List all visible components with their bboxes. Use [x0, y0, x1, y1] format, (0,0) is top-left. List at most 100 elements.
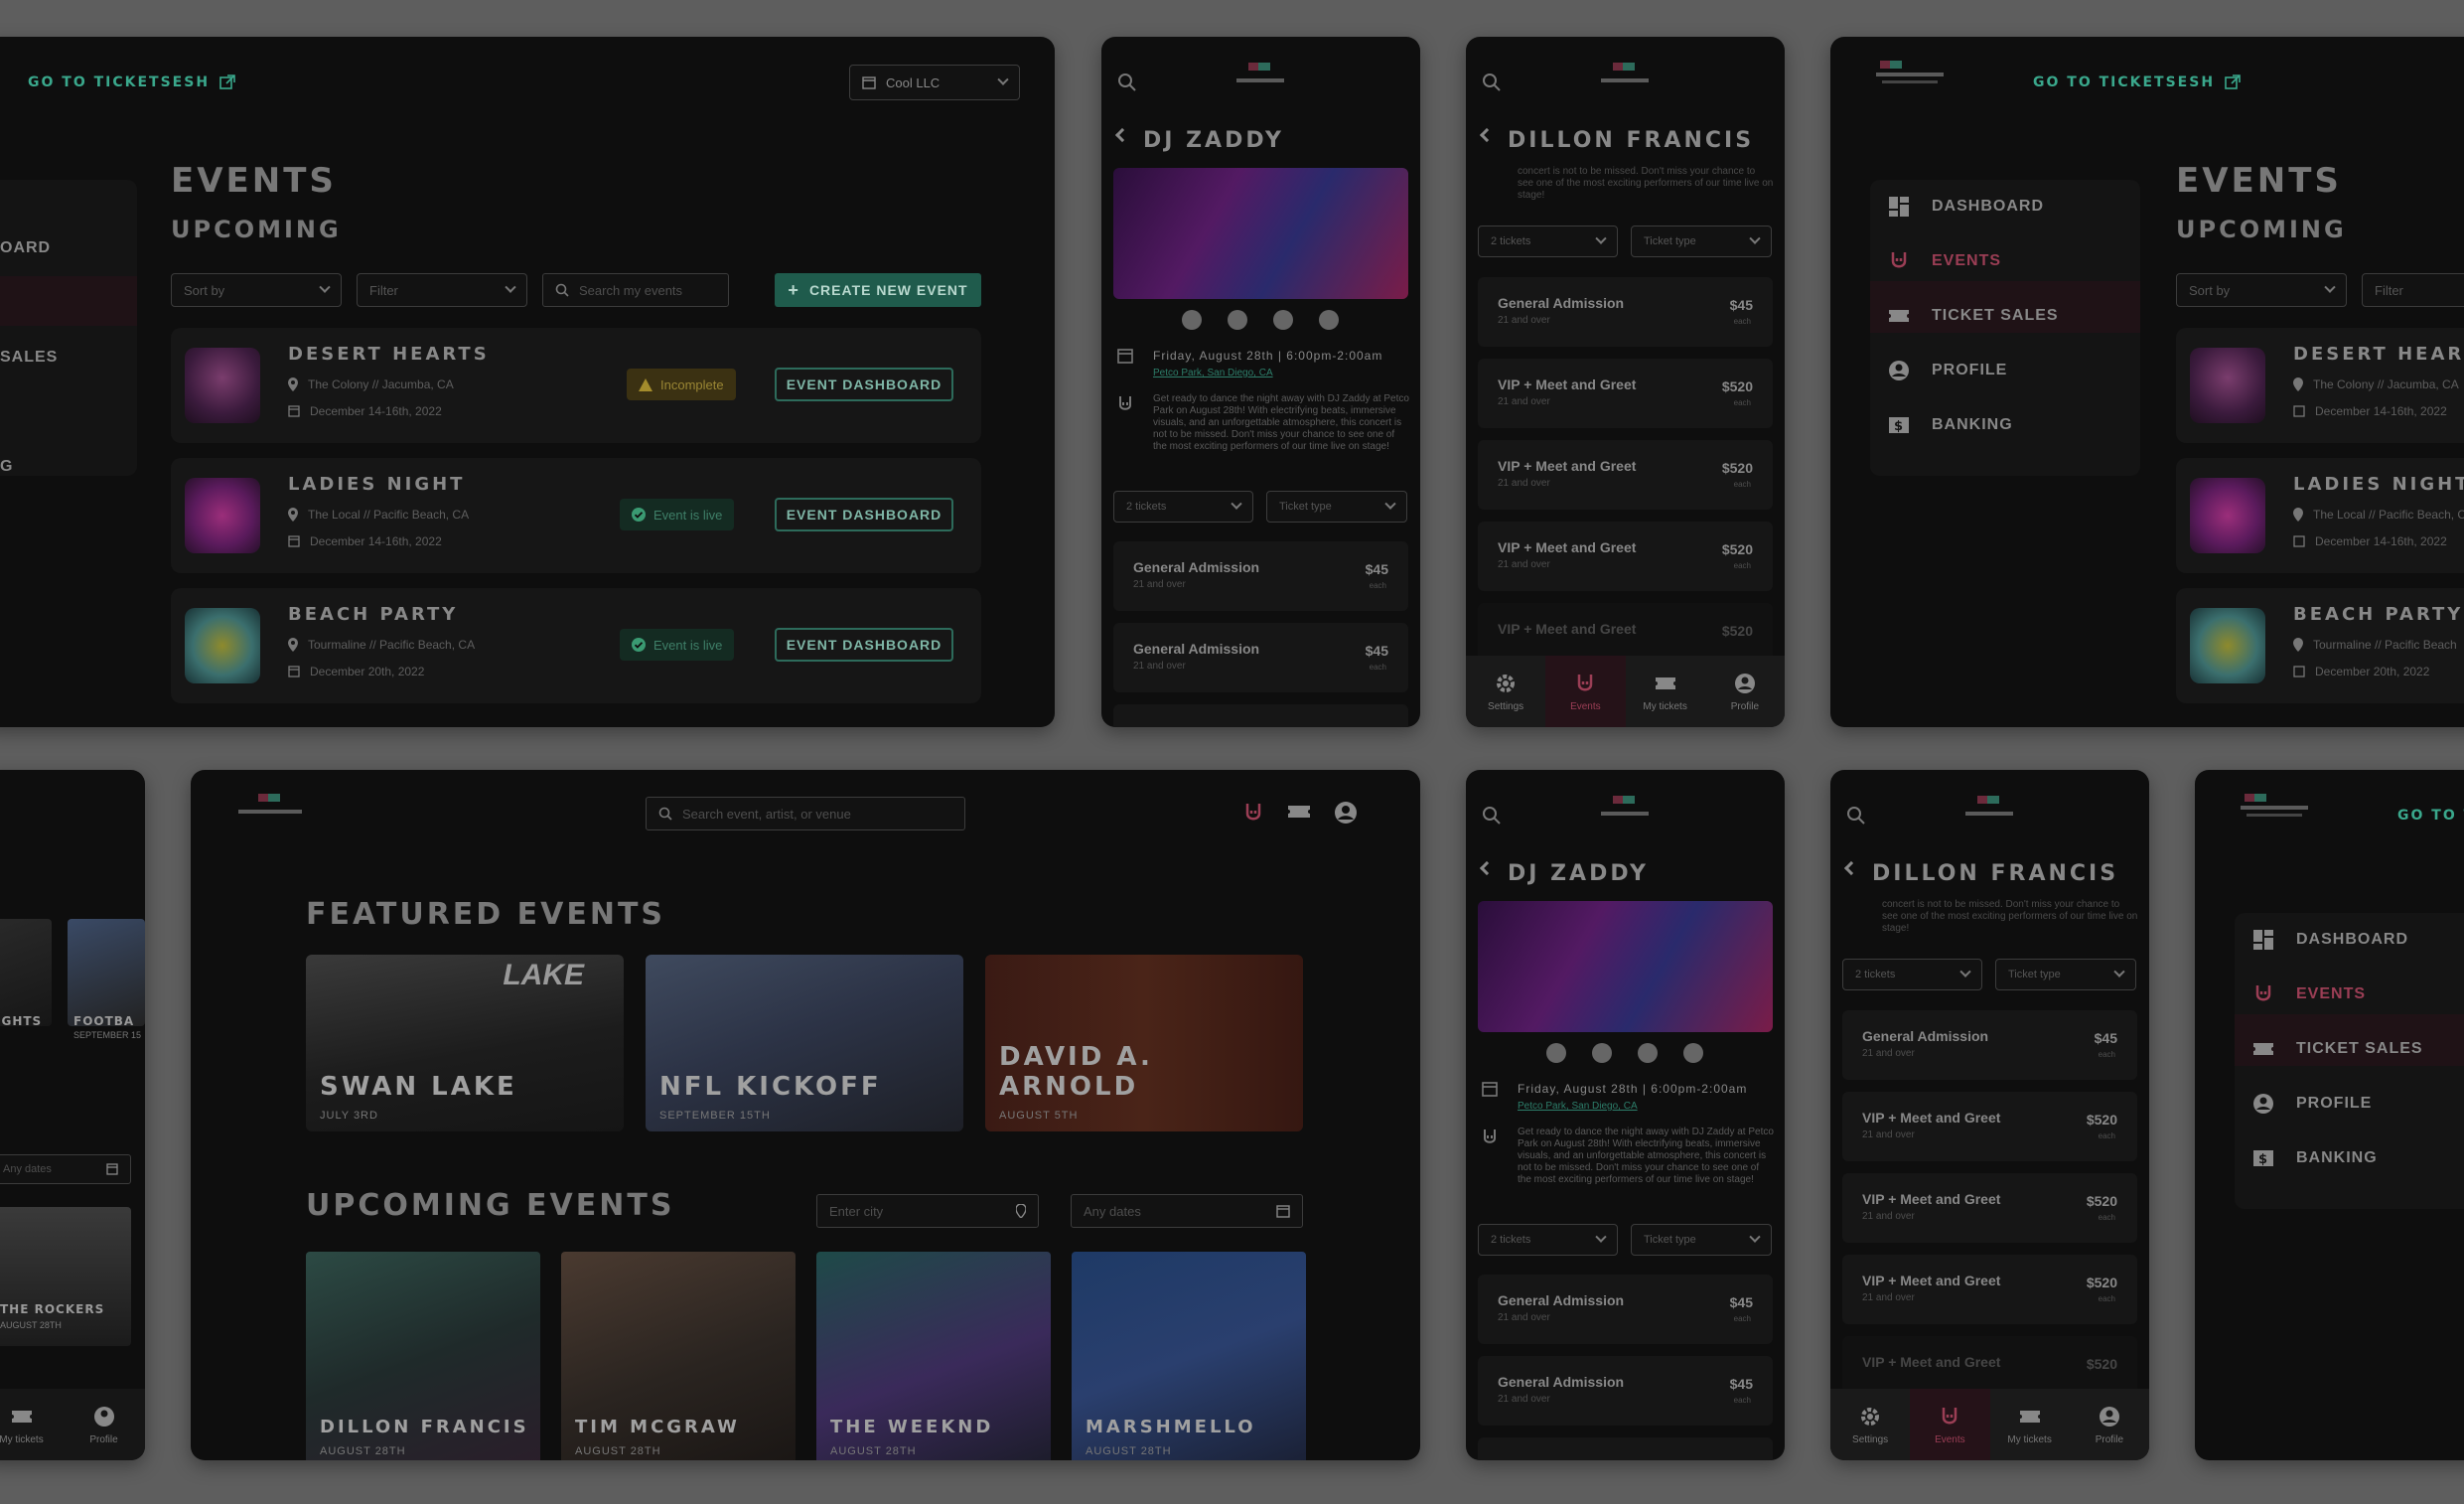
tab-settings[interactable]: Settings	[1830, 1389, 1910, 1460]
ticket-quantity-select[interactable]: 2 tickets	[1478, 226, 1618, 257]
tab-events[interactable]: Events	[1910, 1389, 1990, 1460]
ticketsesh-logo[interactable]	[1587, 794, 1663, 827]
ticket-quantity-select[interactable]: 2 tickets	[1842, 959, 1982, 990]
ticket-tier[interactable]: VIP + Meet and Greet 21 and over $520 each	[1842, 1092, 2137, 1161]
facebook-icon[interactable]	[1182, 310, 1202, 330]
ticket-quantity-select[interactable]: 2 tickets	[1113, 491, 1253, 523]
ticket-tier[interactable]: VIP + Meet and Greet 21 and over $520 each	[1842, 1255, 2137, 1324]
search-icon[interactable]	[1846, 806, 1866, 826]
instagram-icon[interactable]	[1228, 310, 1247, 330]
sidebar-item-dashboard[interactable]: DASHBOARD	[1888, 196, 2044, 218]
ticketsesh-backstage-logo[interactable]	[1874, 59, 1950, 92]
ticket-tier[interactable]	[1113, 704, 1408, 727]
sidebar-item-banking[interactable]: $ BANKING	[2252, 1147, 2378, 1169]
sidebar-item-ticket-sales[interactable]: TICKET SALES	[1888, 305, 2059, 327]
sidebar-item-ticket-sales[interactable]: TICKET SALES	[2252, 1038, 2423, 1060]
create-event-button[interactable]: + CREATE NEW EVENT	[775, 273, 981, 307]
ticket-tier[interactable]	[1478, 1437, 1773, 1460]
sidebar-item-dashboard[interactable]: OARD	[0, 239, 51, 257]
venue-link[interactable]: Petco Park, San Diego, CA	[1153, 368, 1273, 378]
search-icon[interactable]	[1482, 806, 1502, 826]
upcoming-event-card[interactable]: DILLON FRANCIS AUGUST 28TH	[306, 1252, 540, 1460]
search-icon[interactable]	[1482, 73, 1502, 92]
upcoming-event-card[interactable]: THE WEEKND AUGUST 28TH	[816, 1252, 1051, 1460]
featured-event-card[interactable]: DAVID A. ARNOLD AUGUST 5TH	[985, 955, 1303, 1131]
ticket-tier[interactable]: VIP + Meet and Greet 21 and over $520 each	[1842, 1173, 2137, 1243]
tab-settings[interactable]: Settings	[1466, 656, 1545, 727]
event-dashboard-button[interactable]: EVENT DASHBOARD	[775, 628, 953, 662]
back-button[interactable]	[1479, 860, 1495, 876]
ticket-icon[interactable]	[1287, 803, 1311, 823]
ticket-quantity-select[interactable]: 2 tickets	[1478, 1224, 1618, 1256]
tab-events[interactable]: Events	[1545, 656, 1626, 727]
dates-input[interactable]: Any dates	[1071, 1194, 1303, 1228]
tab-my-tickets[interactable]: My tickets	[1626, 656, 1705, 727]
back-button[interactable]	[1479, 127, 1495, 143]
twitter-icon[interactable]	[1638, 1043, 1658, 1063]
ticketsesh-logo[interactable]	[232, 792, 308, 826]
go-to-ticketsesh-link[interactable]: GO TO TICKETSESH	[2033, 75, 2241, 90]
dates-input[interactable]: Any dates	[0, 1154, 131, 1184]
filter-select[interactable]: Filter	[2362, 273, 2464, 307]
ticket-tier[interactable]: General Admission 21 and over $45 each	[1478, 1275, 1773, 1344]
sidebar-item-profile[interactable]: PROFILE	[2252, 1093, 2372, 1115]
city-input[interactable]: Enter city	[816, 1194, 1039, 1228]
ticketsesh-logo[interactable]	[1223, 61, 1298, 94]
event-card-partial[interactable]: IGHTS	[0, 919, 52, 1028]
sidebar-item-dashboard[interactable]: DASHBOARD	[2252, 929, 2408, 951]
back-button[interactable]	[1114, 127, 1130, 143]
ticket-tier[interactable]: General Admission 21 and over $45 each	[1113, 541, 1408, 611]
tab-my-tickets[interactable]: My tickets	[0, 1389, 63, 1460]
event-card-partial[interactable]: THE ROCKERS AUGUST 28TH	[0, 1207, 131, 1346]
venue-link[interactable]: Petco Park, San Diego, CA	[1518, 1101, 1638, 1112]
sidebar-item-events[interactable]: EVENTS	[2252, 983, 2366, 1005]
tab-profile[interactable]: Profile	[2070, 1389, 2149, 1460]
ticket-tier[interactable]: General Admission 21 and over $45 each	[1113, 623, 1408, 692]
event-dashboard-button[interactable]: EVENT DASHBOARD	[775, 498, 953, 531]
ticket-type-select[interactable]: Ticket type	[1631, 226, 1772, 257]
sort-select[interactable]: Sort by	[2176, 273, 2347, 307]
sidebar-item-events[interactable]: EVENTS	[1888, 250, 2001, 272]
event-card-partial[interactable]: FOOTBA SEPTEMBER 15	[68, 919, 145, 1040]
ticketsesh-logo[interactable]	[1587, 61, 1663, 94]
ticket-type-select[interactable]: Ticket type	[1995, 959, 2136, 990]
rock-hand-icon[interactable]	[1243, 802, 1263, 824]
twitter-icon[interactable]	[1273, 310, 1293, 330]
search-input[interactable]: Search my events	[542, 273, 729, 307]
facebook-icon[interactable]	[1546, 1043, 1566, 1063]
back-button[interactable]	[1843, 860, 1859, 876]
sidebar-item-banking[interactable]: $ BANKING	[1888, 414, 2013, 436]
sidebar-item-sales[interactable]: SALES	[0, 349, 58, 367]
ticket-tier[interactable]: General Admission 21 and over $45 each	[1478, 1356, 1773, 1426]
event-dashboard-button[interactable]: EVENT DASHBOARD	[775, 368, 953, 401]
user-circle-icon[interactable]	[1334, 801, 1358, 825]
featured-event-card[interactable]: NFL KICKOFF SEPTEMBER 15TH	[646, 955, 963, 1131]
ticket-type-select[interactable]: Ticket type	[1631, 1224, 1772, 1256]
instagram-icon[interactable]	[1592, 1043, 1612, 1063]
sort-select[interactable]: Sort by	[171, 273, 342, 307]
ticket-tier[interactable]: General Admission 21 and over $45 each	[1478, 277, 1773, 347]
ticketsesh-logo[interactable]	[1952, 794, 2027, 827]
youtube-icon[interactable]	[1683, 1043, 1703, 1063]
ticket-tier[interactable]: VIP + Meet and Greet 21 and over $520 each	[1478, 359, 1773, 428]
sidebar-item-profile[interactable]: PROFILE	[1888, 360, 2007, 381]
youtube-icon[interactable]	[1319, 310, 1339, 330]
tab-my-tickets[interactable]: My tickets	[1990, 1389, 2070, 1460]
go-to-ticketsesh-link[interactable]: GO TO TICKETSESH	[28, 75, 235, 90]
tab-profile[interactable]: Profile	[1705, 656, 1785, 727]
featured-event-card[interactable]: LAKE SWAN LAKE JULY 3RD	[306, 955, 624, 1131]
sidebar-item-banking[interactable]: G	[0, 458, 13, 476]
ticket-type-select[interactable]: Ticket type	[1266, 491, 1407, 523]
go-to-ticketsesh-link[interactable]: GO TO TI	[2397, 808, 2464, 824]
org-select[interactable]: Cool LLC	[849, 65, 1020, 100]
filter-select[interactable]: Filter	[357, 273, 527, 307]
search-icon[interactable]	[1117, 73, 1137, 92]
upcoming-event-card[interactable]: MARSHMELLO AUGUST 28TH	[1072, 1252, 1306, 1460]
ticket-tier[interactable]: VIP + Meet and Greet 21 and over $520 each	[1478, 522, 1773, 591]
ticketsesh-backstage-logo[interactable]	[2239, 792, 2314, 826]
upcoming-event-card[interactable]: TIM MCGRAW AUGUST 28TH	[561, 1252, 796, 1460]
tab-profile[interactable]: Profile	[63, 1389, 145, 1460]
search-input[interactable]: Search event, artist, or venue	[646, 797, 965, 830]
ticket-tier[interactable]: VIP + Meet and Greet 21 and over $520 each	[1478, 440, 1773, 510]
ticket-tier[interactable]: General Admission 21 and over $45 each	[1842, 1010, 2137, 1080]
